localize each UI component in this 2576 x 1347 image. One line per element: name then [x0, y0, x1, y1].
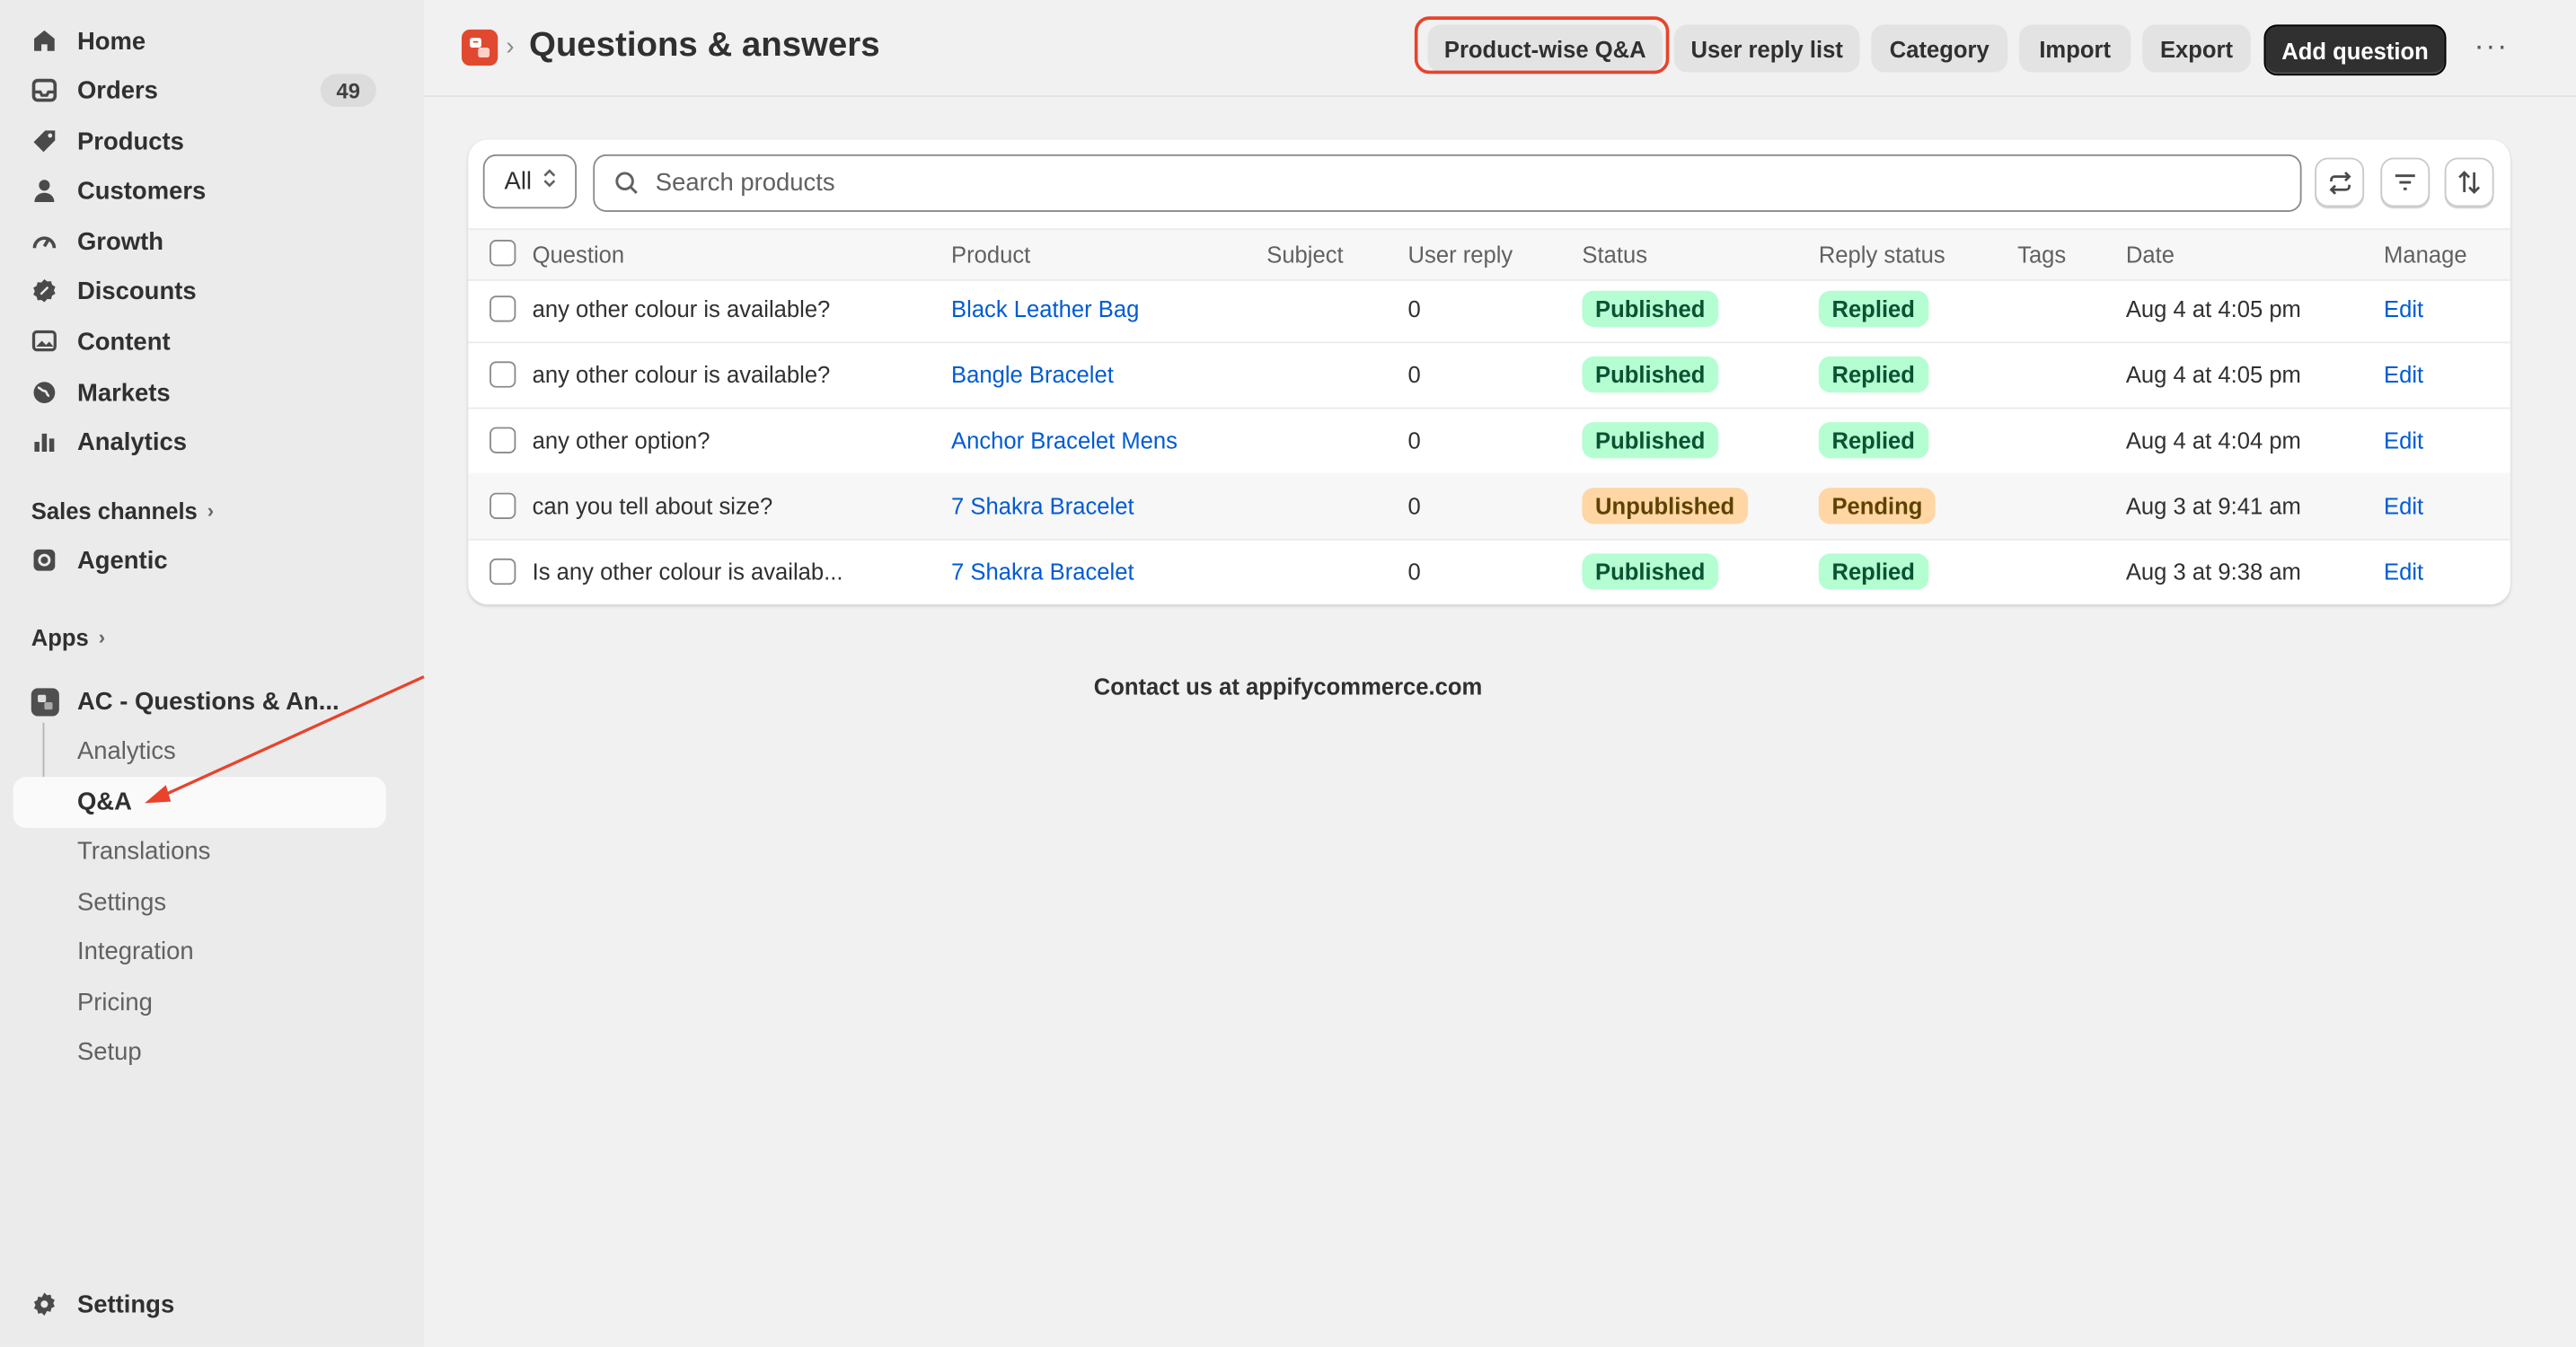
annotation-arrow-icon	[144, 675, 425, 804]
